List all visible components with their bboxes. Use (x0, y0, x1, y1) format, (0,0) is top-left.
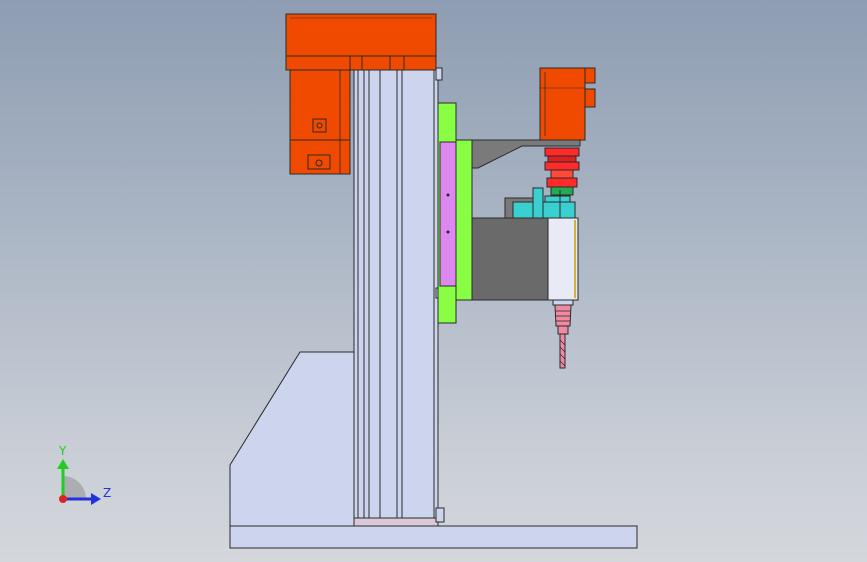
spindle-head (471, 217, 579, 301)
y-axis-label: Y (58, 444, 67, 458)
axis-triad: Y Z (57, 444, 111, 505)
z-axis-label: Z (103, 486, 111, 500)
y-axis-arrow (57, 459, 69, 469)
spindle-motor (539, 67, 596, 141)
drill-chuck (552, 299, 574, 335)
support-block (229, 351, 357, 527)
base-plate (229, 525, 638, 549)
z-axis-arrow (91, 493, 101, 505)
coupling-stack (544, 147, 580, 196)
triad-quarter-disc (63, 476, 86, 499)
cad-viewport[interactable]: Y Z (0, 0, 867, 562)
drill-bit (559, 333, 566, 369)
slider-block (439, 141, 457, 287)
drill-press-model[interactable]: Y Z (0, 0, 867, 562)
main-column (353, 67, 445, 527)
triad-origin (59, 495, 67, 503)
